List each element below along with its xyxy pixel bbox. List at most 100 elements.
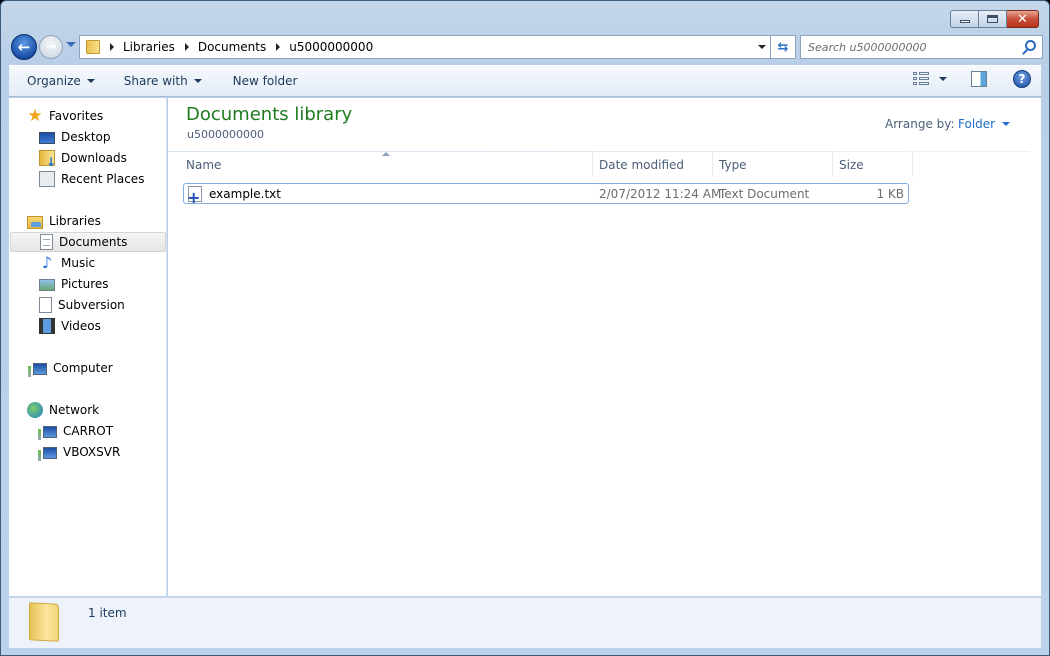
- sidebar-item-label: Favorites: [49, 109, 104, 123]
- column-header-name[interactable]: Name: [180, 152, 593, 177]
- address-dropdown-icon[interactable]: [758, 45, 766, 49]
- navigation-pane: ★ Favorites Desktop Downloads Recent Pla…: [9, 98, 167, 596]
- view-options-dropdown[interactable]: [939, 77, 947, 81]
- sidebar-item-label: Libraries: [49, 214, 101, 228]
- sidebar-item-label: Pictures: [61, 277, 109, 291]
- column-header-label: Name: [186, 157, 222, 172]
- folder-icon: [29, 602, 59, 642]
- downloads-folder-icon: [39, 150, 56, 169]
- explorer-window: ✕ ← → Libraries Documents u5000000000 ⇆ …: [0, 0, 1050, 656]
- pictures-icon: [39, 279, 55, 291]
- help-icon[interactable]: ?: [1013, 70, 1031, 88]
- column-header-date-modified[interactable]: Date modified: [593, 152, 713, 177]
- computer-icon: [38, 425, 57, 440]
- breadcrumb-current-folder[interactable]: u5000000000: [289, 40, 373, 54]
- share-with-button[interactable]: Share with: [115, 69, 211, 93]
- close-button[interactable]: ✕: [1007, 10, 1039, 28]
- forward-arrow-icon: →: [45, 39, 57, 55]
- sidebar-item-vboxsvr[interactable]: VBOXSVR: [38, 442, 120, 462]
- sidebar-item-videos[interactable]: Videos: [39, 316, 101, 336]
- sidebar-item-label: Music: [61, 256, 96, 270]
- file-row[interactable]: example.txt 2/07/2012 11:24 AM Text Docu…: [183, 183, 909, 206]
- item-count: 1 item: [88, 606, 127, 620]
- new-folder-label: New folder: [232, 74, 298, 88]
- chevron-down-icon: [193, 79, 202, 83]
- back-arrow-icon: ←: [17, 38, 31, 56]
- arrange-by-value: Folder: [958, 117, 996, 131]
- navigation-bar: ← → Libraries Documents u5000000000 ⇆: [9, 34, 1043, 60]
- chevron-down-icon: [86, 79, 95, 83]
- sidebar-item-music[interactable]: ♪ Music: [39, 253, 95, 273]
- sidebar-item-pictures[interactable]: Pictures: [39, 274, 109, 294]
- star-icon: ★: [27, 106, 43, 126]
- desktop-icon: [39, 132, 55, 144]
- search-box: [800, 35, 1043, 59]
- sidebar-item-label: Videos: [61, 319, 101, 333]
- sidebar-item-downloads[interactable]: Downloads: [39, 148, 127, 169]
- sidebar-item-label: CARROT: [63, 424, 114, 438]
- file-list-pane: Documents library u5000000000 Arrange by…: [168, 98, 1041, 596]
- refresh-button[interactable]: ⇆: [771, 35, 796, 59]
- column-header-label: Size: [839, 157, 864, 172]
- window-controls: ✕: [950, 10, 1039, 28]
- back-button[interactable]: ←: [11, 34, 37, 60]
- column-header-label: Type: [719, 157, 747, 172]
- file-date-modified: 2/07/2012 11:24 AM: [599, 187, 722, 201]
- maximize-button[interactable]: [979, 10, 1007, 28]
- sidebar-item-carrot[interactable]: CARROT: [38, 421, 114, 441]
- film-strip-icon: [39, 318, 55, 334]
- breadcrumb-chevron-icon[interactable]: [276, 43, 281, 51]
- recent-places-icon: [39, 171, 55, 187]
- maximize-icon: [987, 15, 998, 23]
- share-with-label: Share with: [123, 74, 188, 88]
- new-folder-button[interactable]: New folder: [224, 69, 307, 93]
- folder-icon: [86, 40, 100, 54]
- network-icon: [27, 402, 43, 418]
- computer-icon: [38, 446, 57, 461]
- sidebar-item-label: Network: [49, 403, 100, 417]
- breadcrumb-chevron-icon[interactable]: [110, 43, 114, 51]
- recent-pages-dropdown[interactable]: [66, 42, 76, 47]
- column-header-type[interactable]: Type: [713, 152, 833, 177]
- chevron-down-icon: [1002, 122, 1011, 126]
- minimize-button[interactable]: [950, 10, 979, 28]
- sidebar-item-label: Documents: [59, 235, 128, 249]
- breadcrumb-chevron-icon[interactable]: [184, 43, 189, 51]
- sidebar-item-favorites[interactable]: ★ Favorites: [27, 106, 103, 126]
- sidebar-item-subversion[interactable]: Subversion: [39, 295, 125, 315]
- change-view-icon[interactable]: [913, 72, 929, 86]
- music-note-icon: ♪: [41, 253, 53, 272]
- organize-button[interactable]: Organize: [18, 69, 104, 93]
- minimize-icon: [959, 20, 970, 23]
- breadcrumb-documents[interactable]: Documents: [198, 40, 266, 54]
- file-type: Text Document: [719, 187, 810, 201]
- sidebar-item-label: Desktop: [61, 130, 111, 144]
- arrange-by-dropdown[interactable]: Folder: [958, 117, 1011, 131]
- libraries-icon: [27, 216, 43, 229]
- address-bar[interactable]: Libraries Documents u5000000000: [79, 35, 771, 59]
- breadcrumb-libraries[interactable]: Libraries: [123, 40, 175, 54]
- search-icon[interactable]: [1025, 40, 1036, 51]
- sidebar-item-label: Downloads: [61, 151, 127, 165]
- sidebar-item-libraries[interactable]: Libraries: [27, 211, 101, 231]
- refresh-icon: ⇆: [777, 39, 789, 55]
- sidebar-item-label: Recent Places: [61, 172, 145, 186]
- documents-icon: [40, 234, 53, 250]
- arrange-by-label: Arrange by:: [885, 117, 955, 131]
- search-input[interactable]: [808, 40, 1008, 54]
- view-controls: ?: [913, 70, 1031, 88]
- sidebar-item-network[interactable]: Network: [27, 400, 99, 420]
- library-title: Documents library: [186, 104, 353, 125]
- column-header-size[interactable]: Size: [833, 152, 913, 177]
- details-pane: 1 item: [9, 597, 1041, 648]
- forward-button[interactable]: →: [39, 35, 63, 59]
- sidebar-item-computer[interactable]: Computer: [28, 358, 113, 378]
- preview-pane-icon[interactable]: [971, 71, 987, 87]
- close-icon: ✕: [1017, 11, 1028, 27]
- sidebar-item-recent-places[interactable]: Recent Places: [39, 169, 144, 189]
- sidebar-item-documents[interactable]: Documents: [10, 232, 166, 252]
- sidebar-item-desktop[interactable]: Desktop: [39, 127, 111, 147]
- file-name: example.txt: [209, 186, 281, 201]
- library-subtitle: u5000000000: [187, 128, 264, 141]
- organize-label: Organize: [27, 74, 81, 88]
